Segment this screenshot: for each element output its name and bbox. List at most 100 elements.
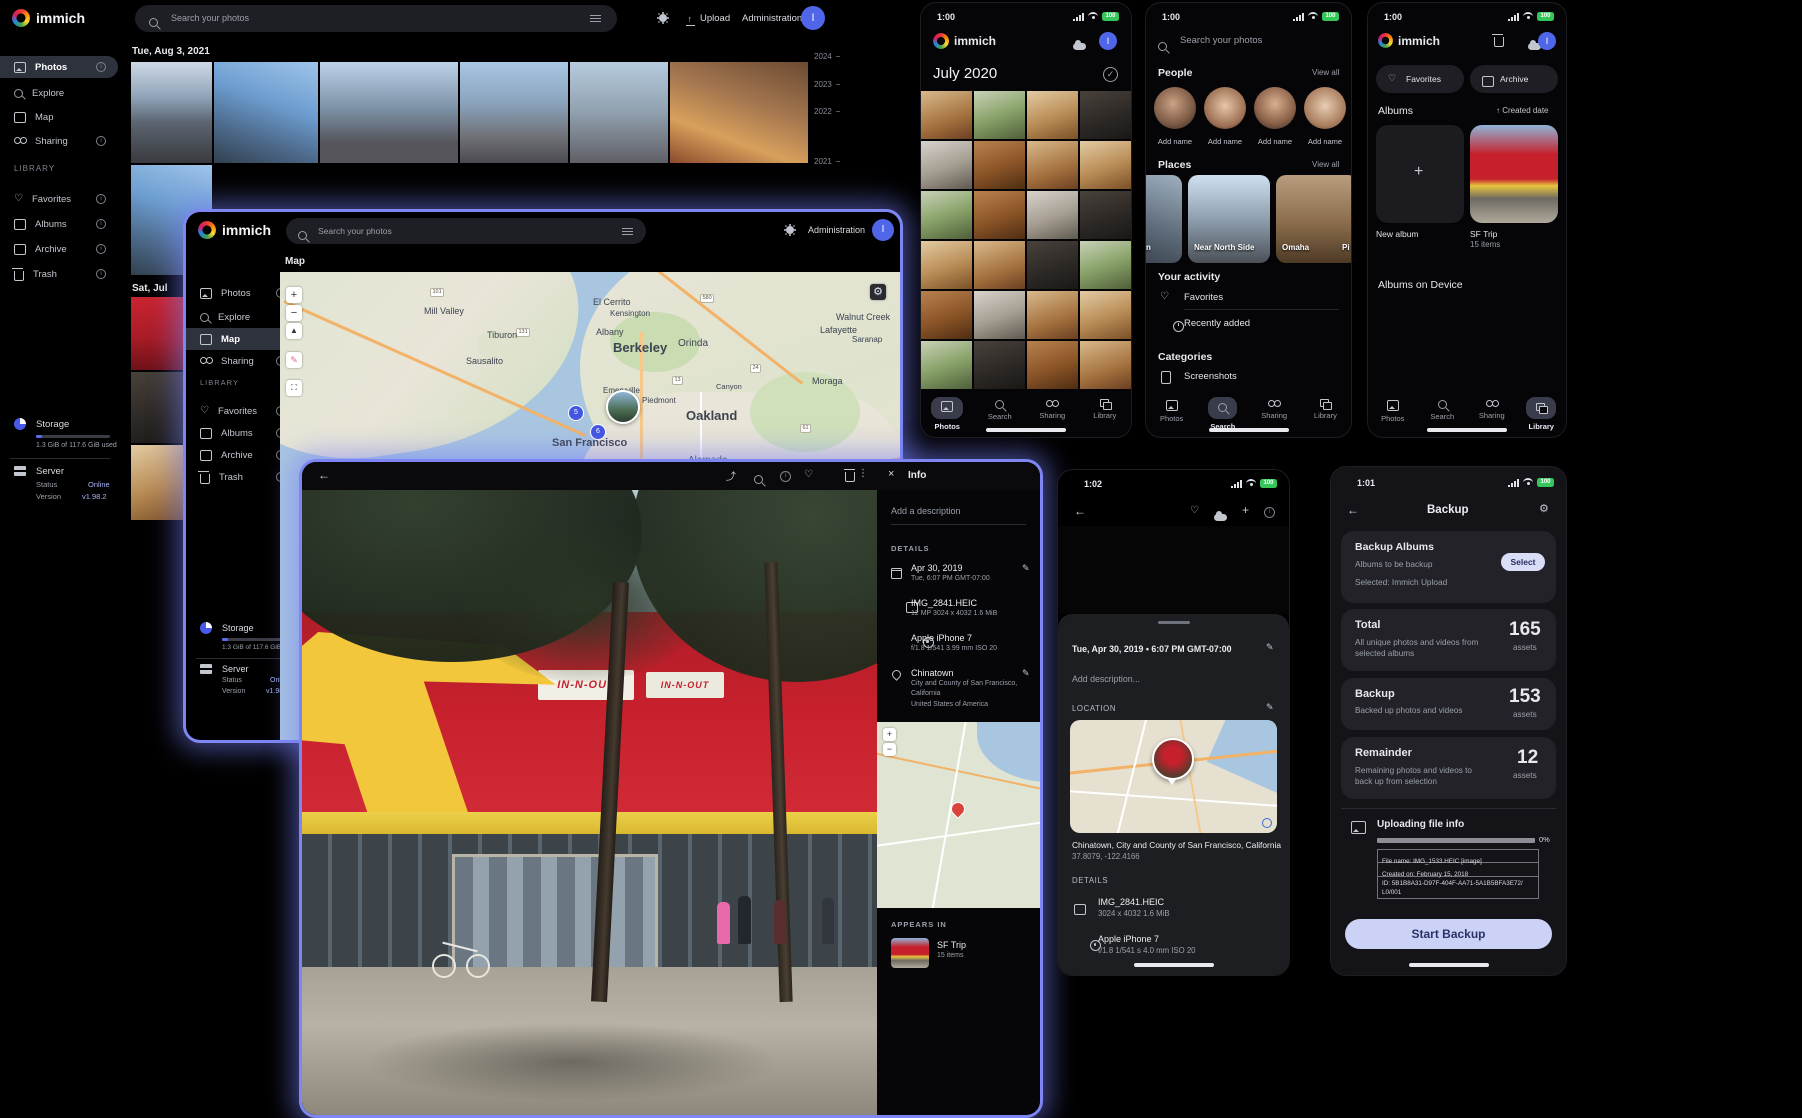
map-settings-gear-icon[interactable]: ⚙	[870, 284, 886, 300]
nav-library[interactable]: Library	[1083, 397, 1127, 420]
add-name-label[interactable]: Add name	[1154, 137, 1196, 146]
photo-tile[interactable]	[131, 297, 184, 370]
info-map-thumbnail[interactable]: + −	[877, 722, 1040, 908]
grid-photo[interactable]	[921, 241, 972, 289]
grid-photo[interactable]	[974, 91, 1025, 139]
grid-photo[interactable]	[974, 241, 1025, 289]
description-input[interactable]: Add a description	[891, 506, 961, 516]
edit-location-icon[interactable]: ✎	[1266, 702, 1274, 713]
search-input[interactable]: Search your photos	[1180, 35, 1262, 46]
photo-tile[interactable]	[670, 62, 808, 163]
nav-search[interactable]: Search	[978, 397, 1022, 421]
add-icon[interactable]: +	[1242, 503, 1249, 517]
nav-sharing[interactable]: Sharing	[1252, 397, 1296, 420]
photo-tile[interactable]	[214, 62, 318, 163]
album-thumb[interactable]	[891, 938, 929, 968]
edit-date-icon[interactable]: ✎	[1266, 642, 1274, 653]
grid-photo[interactable]	[974, 291, 1025, 339]
upload-button[interactable]: Upload	[700, 13, 730, 24]
nav-library[interactable]: Library	[1519, 397, 1563, 431]
favorite-heart-icon[interactable]: ♡	[1190, 505, 1199, 516]
grid-photo[interactable]	[1027, 241, 1078, 289]
nav-sharing[interactable]: Sharing	[1470, 397, 1514, 420]
nav-photos[interactable]: Photos	[1371, 397, 1415, 423]
mini-map-zoom-out[interactable]: −	[883, 743, 896, 756]
administration-link[interactable]: Administration	[808, 225, 865, 235]
person-face[interactable]	[1304, 87, 1346, 129]
person-face[interactable]	[1254, 87, 1296, 129]
grid-photo[interactable]	[1080, 91, 1131, 139]
detail-map-card[interactable]	[1070, 720, 1277, 833]
photo-tile[interactable]	[131, 62, 212, 163]
sidebar-item-explore[interactable]: Explore	[0, 82, 118, 104]
theme-toggle-icon[interactable]	[659, 14, 667, 22]
activity-favorites[interactable]: Favorites	[1184, 292, 1223, 303]
places-view-all[interactable]: View all	[1312, 160, 1339, 169]
map-attribution-icon[interactable]	[1262, 818, 1272, 828]
cloud-sync-icon[interactable]	[1073, 43, 1086, 50]
viewer-photo[interactable]: IN-N-OUT IN-N-OUT	[302, 462, 877, 1115]
theme-toggle-icon[interactable]	[786, 226, 794, 234]
mini-map-zoom-in[interactable]: +	[883, 728, 896, 741]
grid-photo[interactable]	[1027, 141, 1078, 189]
close-icon[interactable]: ×	[888, 468, 894, 480]
map-photo-marker[interactable]	[606, 390, 640, 424]
map-compass-button[interactable]: ▲	[286, 323, 302, 339]
timeline-scrubber[interactable]: 2024 2023 2022 2021	[812, 50, 842, 190]
map-zoom-out-button[interactable]: −	[286, 305, 302, 321]
select-button[interactable]: Select	[1501, 553, 1545, 571]
grid-photo[interactable]	[921, 91, 972, 139]
info-icon[interactable]: i	[780, 471, 791, 482]
grid-photo[interactable]	[974, 341, 1025, 389]
grid-photo[interactable]	[1080, 291, 1131, 339]
people-view-all[interactable]: View all	[1312, 68, 1339, 77]
search-input[interactable]: Search your photos	[135, 5, 617, 32]
favorite-heart-icon[interactable]: ♡	[804, 469, 813, 480]
grid-photo[interactable]	[921, 341, 972, 389]
avatar[interactable]: I	[801, 6, 825, 30]
grid-photo[interactable]	[921, 141, 972, 189]
grid-photo[interactable]	[974, 191, 1025, 239]
grid-photo[interactable]	[1027, 291, 1078, 339]
back-icon[interactable]: ←	[1074, 504, 1086, 518]
sidebar-item-map[interactable]: Map	[0, 106, 118, 128]
new-album-tile[interactable]: +	[1376, 125, 1464, 223]
nav-photos[interactable]: Photos	[925, 397, 969, 431]
grid-photo[interactable]	[1080, 141, 1131, 189]
photo-tile[interactable]	[320, 62, 458, 163]
grid-photo[interactable]	[921, 291, 972, 339]
album-name[interactable]: SF Trip	[937, 940, 966, 950]
back-icon[interactable]: ←	[318, 468, 330, 482]
sidebar-item-trash[interactable]: Trashi	[0, 263, 118, 285]
settings-gear-icon[interactable]: ⚙	[1539, 502, 1549, 515]
back-icon[interactable]: ←	[1347, 503, 1359, 517]
add-name-label[interactable]: Add name	[1254, 137, 1296, 146]
photo-tile[interactable]	[570, 62, 668, 163]
archive-button[interactable]: Archive	[1470, 65, 1558, 93]
activity-recently-added[interactable]: Recently added	[1184, 318, 1250, 329]
trash-icon[interactable]	[1494, 37, 1504, 47]
search-input[interactable]: Search your photos	[286, 218, 646, 244]
upload-icon[interactable]	[686, 17, 695, 26]
photo-tile[interactable]	[131, 445, 184, 520]
avatar[interactable]: I	[1099, 32, 1117, 50]
grid-photo[interactable]	[1080, 241, 1131, 289]
avatar[interactable]: I	[1538, 32, 1556, 50]
nav-search[interactable]: Search	[1201, 397, 1245, 431]
sidebar-item-photos[interactable]: Photosi	[0, 56, 118, 78]
album-tile[interactable]	[1470, 125, 1558, 223]
photo-tile[interactable]	[460, 62, 568, 163]
grid-photo[interactable]	[974, 141, 1025, 189]
favorites-button[interactable]: ♡ Favorites	[1376, 65, 1464, 93]
categories-screenshots[interactable]: Screenshots	[1184, 371, 1237, 382]
nav-search[interactable]: Search	[1420, 397, 1464, 421]
grid-photo[interactable]	[1027, 191, 1078, 239]
start-backup-button[interactable]: Start Backup	[1345, 919, 1552, 949]
cloud-upload-icon[interactable]	[1214, 514, 1227, 521]
administration-link[interactable]: Administration	[742, 13, 802, 24]
add-name-label[interactable]: Add name	[1304, 137, 1346, 146]
edit-location-icon[interactable]: ✎	[1022, 668, 1030, 679]
nav-sharing[interactable]: Sharing	[1030, 397, 1074, 420]
grid-photo[interactable]	[1027, 341, 1078, 389]
description-input[interactable]: Add description...	[1072, 674, 1140, 684]
